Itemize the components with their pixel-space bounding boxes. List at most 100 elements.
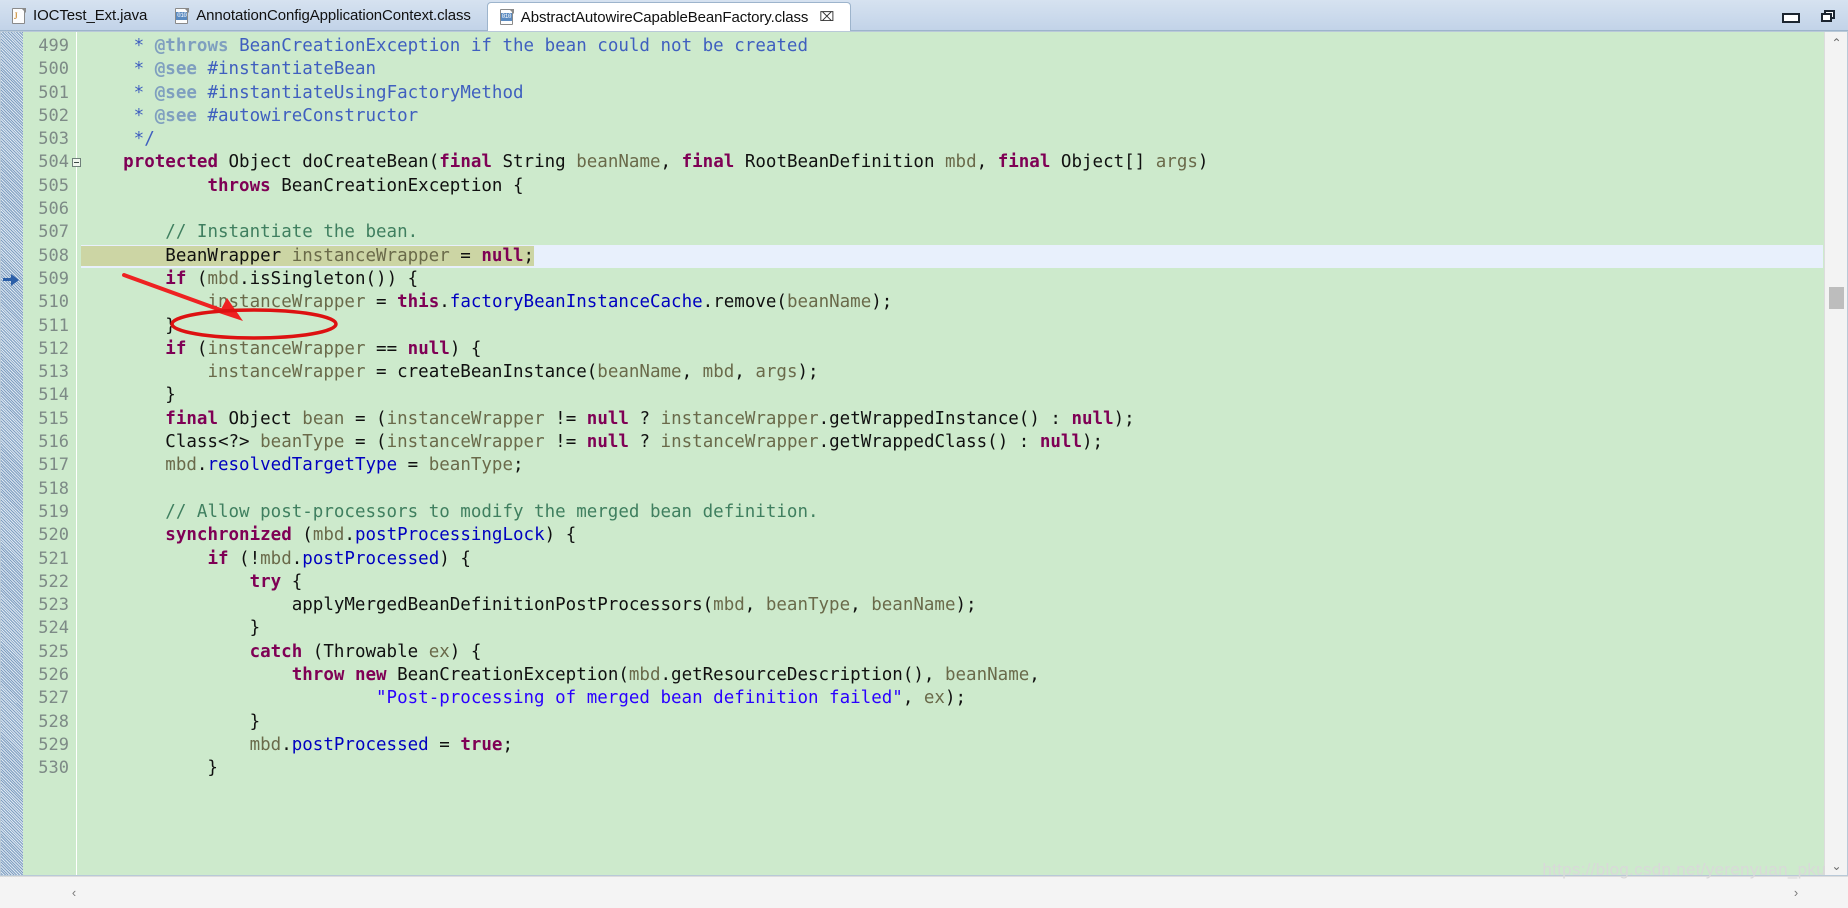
- code-line[interactable]: mbd.resolvedTargetType = beanType;: [81, 454, 1823, 477]
- code-token: factoryBeanInstanceCache: [449, 292, 703, 313]
- code-line[interactable]: if (instanceWrapper == null) {: [81, 338, 1823, 361]
- code-token: instanceWrapper: [207, 292, 366, 313]
- code-fold-collapse-icon[interactable]: [72, 158, 81, 168]
- code-token: ?: [628, 408, 661, 429]
- code-line[interactable]: [81, 198, 1823, 221]
- code-token: #instantiateBean: [196, 59, 377, 80]
- code-token: ;: [523, 245, 535, 266]
- code-token: if: [207, 548, 229, 569]
- code-line[interactable]: }: [81, 617, 1823, 640]
- scroll-up-icon[interactable]: ⌃: [1825, 32, 1847, 54]
- code-line[interactable]: throw new BeanCreationException(mbd.getR…: [81, 664, 1823, 687]
- code-line[interactable]: }: [81, 315, 1823, 338]
- code-token: = createBeanInstance(: [365, 362, 598, 383]
- code-line[interactable]: try {: [81, 571, 1823, 594]
- close-icon[interactable]: ⌧: [819, 9, 834, 25]
- editor-tab-bar: J IOCTest_Ext.java 010 AnnotationConfigA…: [0, 0, 1848, 31]
- code-line[interactable]: * @see #instantiateUsingFactoryMethod: [81, 82, 1823, 105]
- code-line[interactable]: }: [81, 757, 1823, 780]
- code-token: null: [586, 408, 629, 429]
- code-token: }: [81, 711, 261, 732]
- scroll-left-icon[interactable]: ‹: [62, 877, 86, 908]
- code-token: {: [281, 571, 303, 592]
- code-token: ex: [428, 641, 450, 662]
- code-token: mbd: [702, 362, 735, 383]
- scroll-right-icon[interactable]: ›: [1784, 877, 1808, 908]
- code-token: // Instantiate the bean.: [165, 222, 419, 243]
- code-line[interactable]: protected Object doCreateBean(final Stri…: [81, 151, 1823, 174]
- code-token: );: [955, 595, 977, 616]
- code-token: null: [586, 432, 629, 453]
- code-line[interactable]: [81, 478, 1823, 501]
- source-code-area[interactable]: * @throws BeanCreationException if the b…: [81, 32, 1823, 875]
- code-line[interactable]: * @throws BeanCreationException if the b…: [81, 35, 1823, 58]
- minimize-icon[interactable]: [1780, 7, 1800, 25]
- code-token: mbd: [945, 152, 977, 173]
- code-token: *: [81, 105, 155, 126]
- maximize-restore-icon[interactable]: [1820, 7, 1838, 25]
- code-token: instanceWrapper: [386, 408, 545, 429]
- code-line[interactable]: final Object bean = (instanceWrapper != …: [81, 408, 1823, 431]
- tab-ioctest-ext-java[interactable]: J IOCTest_Ext.java: [0, 0, 163, 31]
- code-token: instanceWrapper: [207, 338, 366, 359]
- tab-label: AbstractAutowireCapableBeanFactory.class: [520, 8, 809, 26]
- code-token: ;: [513, 455, 524, 476]
- code-line[interactable]: BeanWrapper instanceWrapper = null;: [81, 244, 1823, 268]
- code-token: BeanCreationException if the bean could …: [228, 36, 809, 56]
- code-line[interactable]: // Allow post-processors to modify the m…: [81, 501, 1823, 524]
- code-token: String: [491, 152, 577, 173]
- code-line[interactable]: // Instantiate the bean.: [81, 221, 1823, 244]
- scroll-down-icon[interactable]: ⌄: [1825, 855, 1847, 875]
- code-token: .: [196, 455, 208, 476]
- code-token: mbd: [260, 548, 292, 569]
- code-token: null: [1071, 408, 1114, 429]
- code-line[interactable]: Class<?> beanType = (instanceWrapper != …: [81, 431, 1823, 454]
- code-token: mbd: [713, 595, 745, 616]
- code-line[interactable]: }: [81, 384, 1823, 407]
- code-token: BeanWrapper: [81, 245, 292, 266]
- line-number: 529: [38, 734, 69, 755]
- code-token: ) {: [449, 338, 482, 359]
- code-line[interactable]: throws BeanCreationException {: [81, 175, 1823, 198]
- tab-annotationconfigapplicationcontext-class[interactable]: 010 AnnotationConfigApplicationContext.c…: [163, 0, 487, 31]
- code-line[interactable]: * @see #instantiateBean: [81, 58, 1823, 81]
- code-line[interactable]: if (!mbd.postProcessed) {: [81, 548, 1823, 571]
- code-token: (Throwable: [302, 641, 429, 662]
- vertical-scrollbar-thumb[interactable]: [1829, 287, 1844, 309]
- horizontal-scrollbar[interactable]: ‹ ›: [0, 876, 1848, 908]
- line-number: 510: [38, 292, 69, 313]
- code-line[interactable]: mbd.postProcessed = true;: [81, 734, 1823, 757]
- code-token: postProcessed: [291, 734, 429, 755]
- code-token: }: [81, 618, 261, 639]
- code-line[interactable]: "Post-processing of merged bean definiti…: [81, 687, 1823, 710]
- code-line[interactable]: if (mbd.isSingleton()) {: [81, 268, 1823, 291]
- code-token: instanceWrapper: [660, 432, 819, 453]
- code-token: RootBeanDefinition: [734, 152, 946, 173]
- code-line[interactable]: * @see #autowireConstructor: [81, 105, 1823, 128]
- code-token: "Post-processing of merged bean definiti…: [376, 688, 903, 709]
- code-token: Object: [217, 408, 303, 429]
- vertical-scrollbar[interactable]: ⌃ ⌄: [1824, 32, 1847, 875]
- code-line[interactable]: }: [81, 711, 1823, 734]
- code-line[interactable]: catch (Throwable ex) {: [81, 641, 1823, 664]
- code-token: beanName: [871, 595, 956, 616]
- code-line[interactable]: */: [81, 128, 1823, 151]
- code-line[interactable]: applyMergedBeanDefinitionPostProcessors(…: [81, 594, 1823, 617]
- tab-abstractautowirecapablebeanfactory-class[interactable]: 010 AbstractAutowireCapableBeanFactory.c…: [486, 2, 852, 31]
- annotation-marker-ruler[interactable]: [1, 32, 23, 875]
- code-token: Class<?>: [81, 432, 261, 453]
- code-token: throws: [207, 175, 271, 196]
- code-token: mbd: [249, 734, 282, 755]
- line-number: 517: [38, 455, 69, 476]
- code-line[interactable]: synchronized (mbd.postProcessingLock) {: [81, 524, 1823, 547]
- code-line[interactable]: instanceWrapper = createBeanInstance(bea…: [81, 361, 1823, 384]
- line-number: 504: [23, 151, 81, 174]
- code-line[interactable]: instanceWrapper = this.factoryBeanInstan…: [81, 291, 1823, 314]
- line-number: 506: [38, 199, 69, 220]
- code-editor[interactable]: 499 500 501 502 503 504 505 506 507 508 509 510 511 5…: [0, 31, 1848, 876]
- code-token: // Allow post-processors to modify the m…: [165, 501, 819, 522]
